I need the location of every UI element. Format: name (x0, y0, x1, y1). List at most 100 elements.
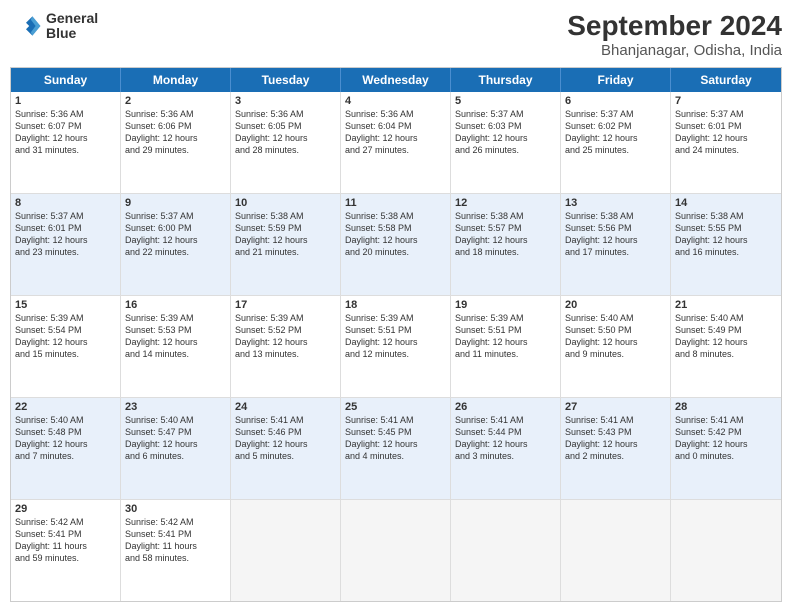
day-number: 3 (235, 95, 336, 107)
header-day-sunday: Sunday (11, 68, 121, 92)
header-day-tuesday: Tuesday (231, 68, 341, 92)
day-info: Sunrise: 5:40 AM Sunset: 5:48 PM Dayligh… (15, 414, 116, 463)
day-number: 14 (675, 197, 777, 209)
day-info: Sunrise: 5:39 AM Sunset: 5:53 PM Dayligh… (125, 312, 226, 361)
day-info: Sunrise: 5:38 AM Sunset: 5:58 PM Dayligh… (345, 210, 446, 259)
calendar-row-2: 15Sunrise: 5:39 AM Sunset: 5:54 PM Dayli… (11, 296, 781, 398)
day-cell-6: 6Sunrise: 5:37 AM Sunset: 6:02 PM Daylig… (561, 92, 671, 193)
header-day-friday: Friday (561, 68, 671, 92)
day-info: Sunrise: 5:36 AM Sunset: 6:07 PM Dayligh… (15, 108, 116, 157)
day-cell-3: 3Sunrise: 5:36 AM Sunset: 6:05 PM Daylig… (231, 92, 341, 193)
empty-cell (671, 500, 781, 601)
day-number: 4 (345, 95, 446, 107)
day-info: Sunrise: 5:38 AM Sunset: 5:56 PM Dayligh… (565, 210, 666, 259)
day-number: 28 (675, 401, 777, 413)
day-info: Sunrise: 5:37 AM Sunset: 6:01 PM Dayligh… (15, 210, 116, 259)
empty-cell (451, 500, 561, 601)
day-cell-29: 29Sunrise: 5:42 AM Sunset: 5:41 PM Dayli… (11, 500, 121, 601)
day-cell-22: 22Sunrise: 5:40 AM Sunset: 5:48 PM Dayli… (11, 398, 121, 499)
day-cell-1: 1Sunrise: 5:36 AM Sunset: 6:07 PM Daylig… (11, 92, 121, 193)
day-number: 12 (455, 197, 556, 209)
calendar-row-3: 22Sunrise: 5:40 AM Sunset: 5:48 PM Dayli… (11, 398, 781, 500)
day-cell-7: 7Sunrise: 5:37 AM Sunset: 6:01 PM Daylig… (671, 92, 781, 193)
header: General Blue September 2024 Bhanjanagar,… (10, 10, 782, 59)
day-info: Sunrise: 5:42 AM Sunset: 5:41 PM Dayligh… (15, 516, 116, 565)
day-cell-18: 18Sunrise: 5:39 AM Sunset: 5:51 PM Dayli… (341, 296, 451, 397)
empty-cell (231, 500, 341, 601)
month-title: September 2024 (567, 10, 782, 42)
day-cell-11: 11Sunrise: 5:38 AM Sunset: 5:58 PM Dayli… (341, 194, 451, 295)
day-number: 10 (235, 197, 336, 209)
location-title: Bhanjanagar, Odisha, India (567, 42, 782, 59)
day-number: 9 (125, 197, 226, 209)
calendar: SundayMondayTuesdayWednesdayThursdayFrid… (10, 67, 782, 602)
logo-icon (10, 10, 42, 42)
day-number: 21 (675, 299, 777, 311)
day-number: 17 (235, 299, 336, 311)
day-info: Sunrise: 5:41 AM Sunset: 5:44 PM Dayligh… (455, 414, 556, 463)
day-info: Sunrise: 5:37 AM Sunset: 6:02 PM Dayligh… (565, 108, 666, 157)
day-cell-4: 4Sunrise: 5:36 AM Sunset: 6:04 PM Daylig… (341, 92, 451, 193)
day-info: Sunrise: 5:40 AM Sunset: 5:50 PM Dayligh… (565, 312, 666, 361)
day-cell-20: 20Sunrise: 5:40 AM Sunset: 5:50 PM Dayli… (561, 296, 671, 397)
day-info: Sunrise: 5:42 AM Sunset: 5:41 PM Dayligh… (125, 516, 226, 565)
day-info: Sunrise: 5:39 AM Sunset: 5:51 PM Dayligh… (455, 312, 556, 361)
day-cell-10: 10Sunrise: 5:38 AM Sunset: 5:59 PM Dayli… (231, 194, 341, 295)
day-number: 13 (565, 197, 666, 209)
day-number: 25 (345, 401, 446, 413)
day-info: Sunrise: 5:40 AM Sunset: 5:47 PM Dayligh… (125, 414, 226, 463)
day-info: Sunrise: 5:39 AM Sunset: 5:52 PM Dayligh… (235, 312, 336, 361)
calendar-row-0: 1Sunrise: 5:36 AM Sunset: 6:07 PM Daylig… (11, 92, 781, 194)
day-info: Sunrise: 5:36 AM Sunset: 6:05 PM Dayligh… (235, 108, 336, 157)
page: General Blue September 2024 Bhanjanagar,… (0, 0, 792, 612)
calendar-header: SundayMondayTuesdayWednesdayThursdayFrid… (11, 68, 781, 92)
day-number: 7 (675, 95, 777, 107)
day-number: 27 (565, 401, 666, 413)
day-cell-2: 2Sunrise: 5:36 AM Sunset: 6:06 PM Daylig… (121, 92, 231, 193)
header-day-wednesday: Wednesday (341, 68, 451, 92)
day-number: 29 (15, 503, 116, 515)
day-cell-27: 27Sunrise: 5:41 AM Sunset: 5:43 PM Dayli… (561, 398, 671, 499)
day-info: Sunrise: 5:41 AM Sunset: 5:46 PM Dayligh… (235, 414, 336, 463)
day-info: Sunrise: 5:41 AM Sunset: 5:42 PM Dayligh… (675, 414, 777, 463)
day-cell-8: 8Sunrise: 5:37 AM Sunset: 6:01 PM Daylig… (11, 194, 121, 295)
day-number: 1 (15, 95, 116, 107)
day-info: Sunrise: 5:37 AM Sunset: 6:01 PM Dayligh… (675, 108, 777, 157)
header-day-thursday: Thursday (451, 68, 561, 92)
day-info: Sunrise: 5:36 AM Sunset: 6:04 PM Dayligh… (345, 108, 446, 157)
day-cell-30: 30Sunrise: 5:42 AM Sunset: 5:41 PM Dayli… (121, 500, 231, 601)
day-cell-24: 24Sunrise: 5:41 AM Sunset: 5:46 PM Dayli… (231, 398, 341, 499)
calendar-row-4: 29Sunrise: 5:42 AM Sunset: 5:41 PM Dayli… (11, 500, 781, 601)
day-number: 2 (125, 95, 226, 107)
day-info: Sunrise: 5:41 AM Sunset: 5:43 PM Dayligh… (565, 414, 666, 463)
day-info: Sunrise: 5:38 AM Sunset: 5:59 PM Dayligh… (235, 210, 336, 259)
day-number: 30 (125, 503, 226, 515)
day-number: 23 (125, 401, 226, 413)
calendar-body: 1Sunrise: 5:36 AM Sunset: 6:07 PM Daylig… (11, 92, 781, 601)
day-number: 20 (565, 299, 666, 311)
day-cell-19: 19Sunrise: 5:39 AM Sunset: 5:51 PM Dayli… (451, 296, 561, 397)
day-cell-17: 17Sunrise: 5:39 AM Sunset: 5:52 PM Dayli… (231, 296, 341, 397)
day-number: 19 (455, 299, 556, 311)
header-day-saturday: Saturday (671, 68, 781, 92)
day-number: 11 (345, 197, 446, 209)
empty-cell (341, 500, 451, 601)
day-number: 26 (455, 401, 556, 413)
logo: General Blue (10, 10, 98, 42)
day-info: Sunrise: 5:39 AM Sunset: 5:54 PM Dayligh… (15, 312, 116, 361)
day-cell-16: 16Sunrise: 5:39 AM Sunset: 5:53 PM Dayli… (121, 296, 231, 397)
title-block: September 2024 Bhanjanagar, Odisha, Indi… (567, 10, 782, 59)
day-info: Sunrise: 5:40 AM Sunset: 5:49 PM Dayligh… (675, 312, 777, 361)
day-cell-23: 23Sunrise: 5:40 AM Sunset: 5:47 PM Dayli… (121, 398, 231, 499)
logo-text: General Blue (46, 11, 98, 42)
day-number: 6 (565, 95, 666, 107)
day-cell-9: 9Sunrise: 5:37 AM Sunset: 6:00 PM Daylig… (121, 194, 231, 295)
day-cell-15: 15Sunrise: 5:39 AM Sunset: 5:54 PM Dayli… (11, 296, 121, 397)
day-info: Sunrise: 5:41 AM Sunset: 5:45 PM Dayligh… (345, 414, 446, 463)
day-number: 22 (15, 401, 116, 413)
day-number: 16 (125, 299, 226, 311)
day-info: Sunrise: 5:39 AM Sunset: 5:51 PM Dayligh… (345, 312, 446, 361)
day-cell-25: 25Sunrise: 5:41 AM Sunset: 5:45 PM Dayli… (341, 398, 451, 499)
day-cell-28: 28Sunrise: 5:41 AM Sunset: 5:42 PM Dayli… (671, 398, 781, 499)
day-info: Sunrise: 5:38 AM Sunset: 5:55 PM Dayligh… (675, 210, 777, 259)
